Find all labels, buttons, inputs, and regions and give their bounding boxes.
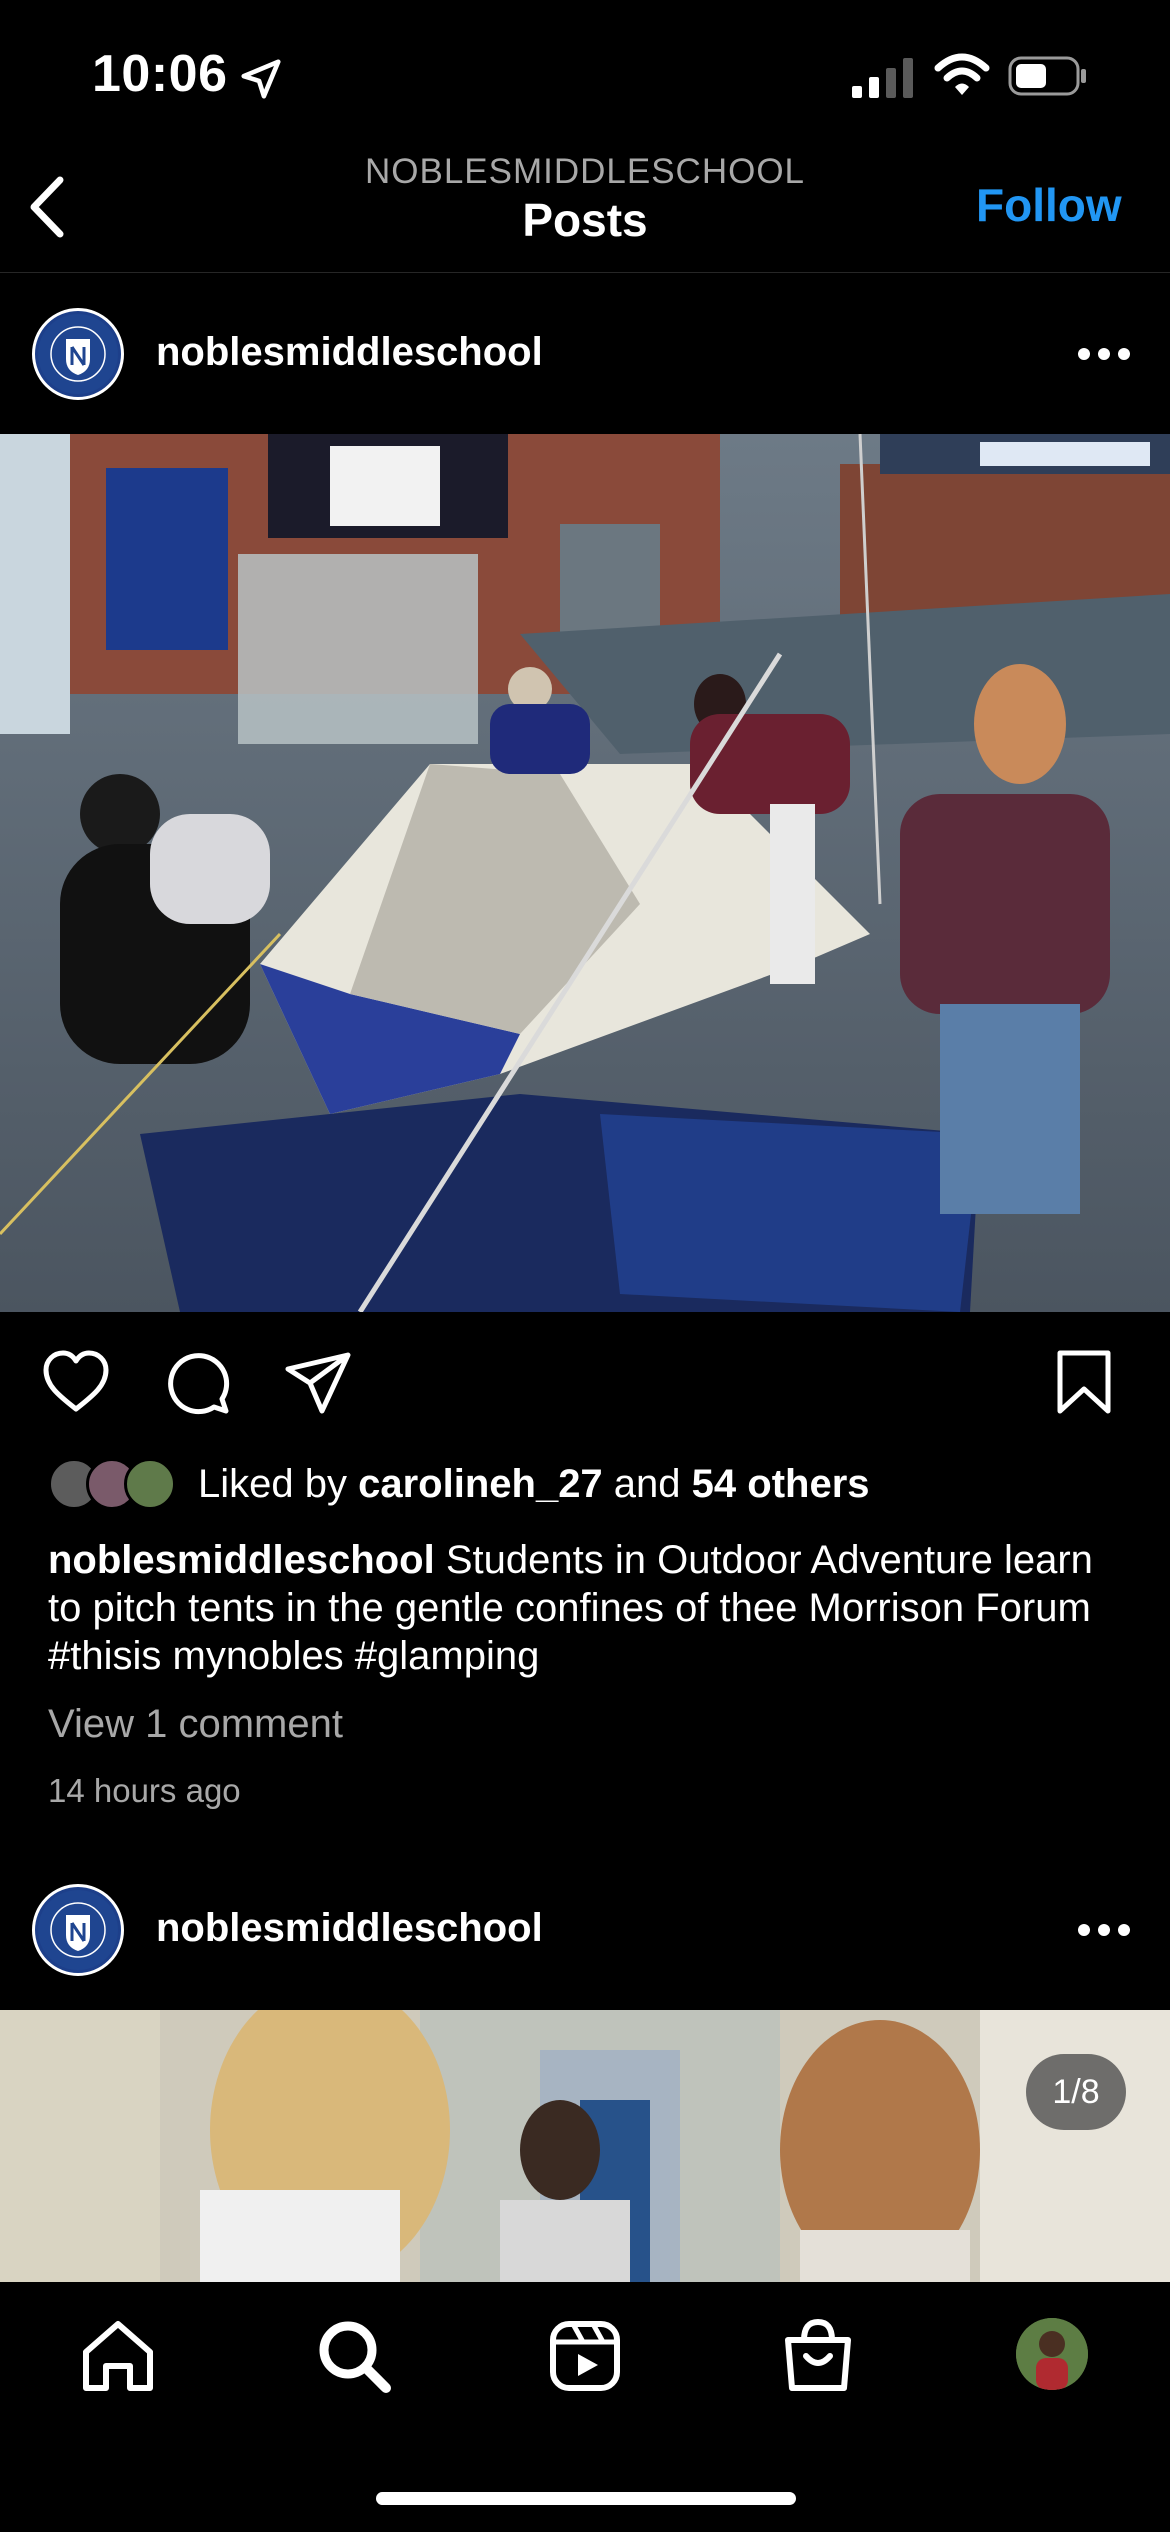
carousel-counter: 1/8 [1026, 2054, 1126, 2130]
home-indicator[interactable] [376, 2492, 796, 2505]
liked-by-and: and [602, 1462, 692, 1506]
status-time: 10:06 [92, 45, 228, 103]
liked-by-user[interactable]: carolineh_27 [358, 1462, 603, 1506]
location-arrow-icon [241, 59, 281, 99]
post-photo[interactable] [0, 2010, 1170, 2282]
post-caption: noblesmiddleschool Students in Outdoor A… [48, 1536, 1128, 1680]
liked-by-others[interactable]: 54 others [692, 1462, 870, 1506]
post-username[interactable]: noblesmiddleschool [156, 1906, 543, 1951]
home-icon[interactable] [78, 2316, 158, 2396]
liked-by-prefix: Liked by [198, 1462, 359, 1506]
signal-icon [852, 58, 913, 98]
post-photo[interactable] [0, 434, 1170, 1312]
school-seal-logo [38, 1890, 118, 1970]
profile-photo [1016, 2318, 1088, 2390]
more-options-icon[interactable] [1076, 346, 1132, 362]
post-avatar[interactable] [32, 1884, 124, 1976]
liker-avatar [124, 1458, 176, 1510]
profile-avatar[interactable] [1016, 2318, 1088, 2390]
follow-button[interactable]: Follow [976, 178, 1122, 232]
more-options-icon[interactable] [1076, 1922, 1132, 1938]
heart-icon[interactable] [40, 1347, 112, 1419]
view-comments-link[interactable]: View 1 comment [48, 1702, 343, 1747]
tent-pitching-photo [0, 434, 1170, 1312]
header-divider [0, 272, 1170, 273]
post-timestamp: 14 hours ago [48, 1772, 241, 1809]
hallway-photo [0, 2010, 1170, 2282]
post-avatar[interactable] [32, 308, 124, 400]
share-icon[interactable] [282, 1347, 354, 1419]
school-seal-logo [38, 314, 118, 394]
battery-icon [1008, 56, 1086, 96]
search-icon[interactable] [314, 2316, 394, 2396]
likes-summary[interactable]: Liked by carolineh_27 and 54 others [198, 1462, 870, 1507]
comment-icon[interactable] [162, 1347, 234, 1419]
reels-icon[interactable] [545, 2316, 625, 2396]
shop-icon[interactable] [778, 2316, 858, 2396]
wifi-icon [934, 53, 990, 95]
caption-username[interactable]: noblesmiddleschool [48, 1538, 435, 1582]
post-username[interactable]: noblesmiddleschool [156, 330, 543, 375]
liker-avatars[interactable] [48, 1458, 178, 1510]
bookmark-icon[interactable] [1048, 1347, 1120, 1419]
